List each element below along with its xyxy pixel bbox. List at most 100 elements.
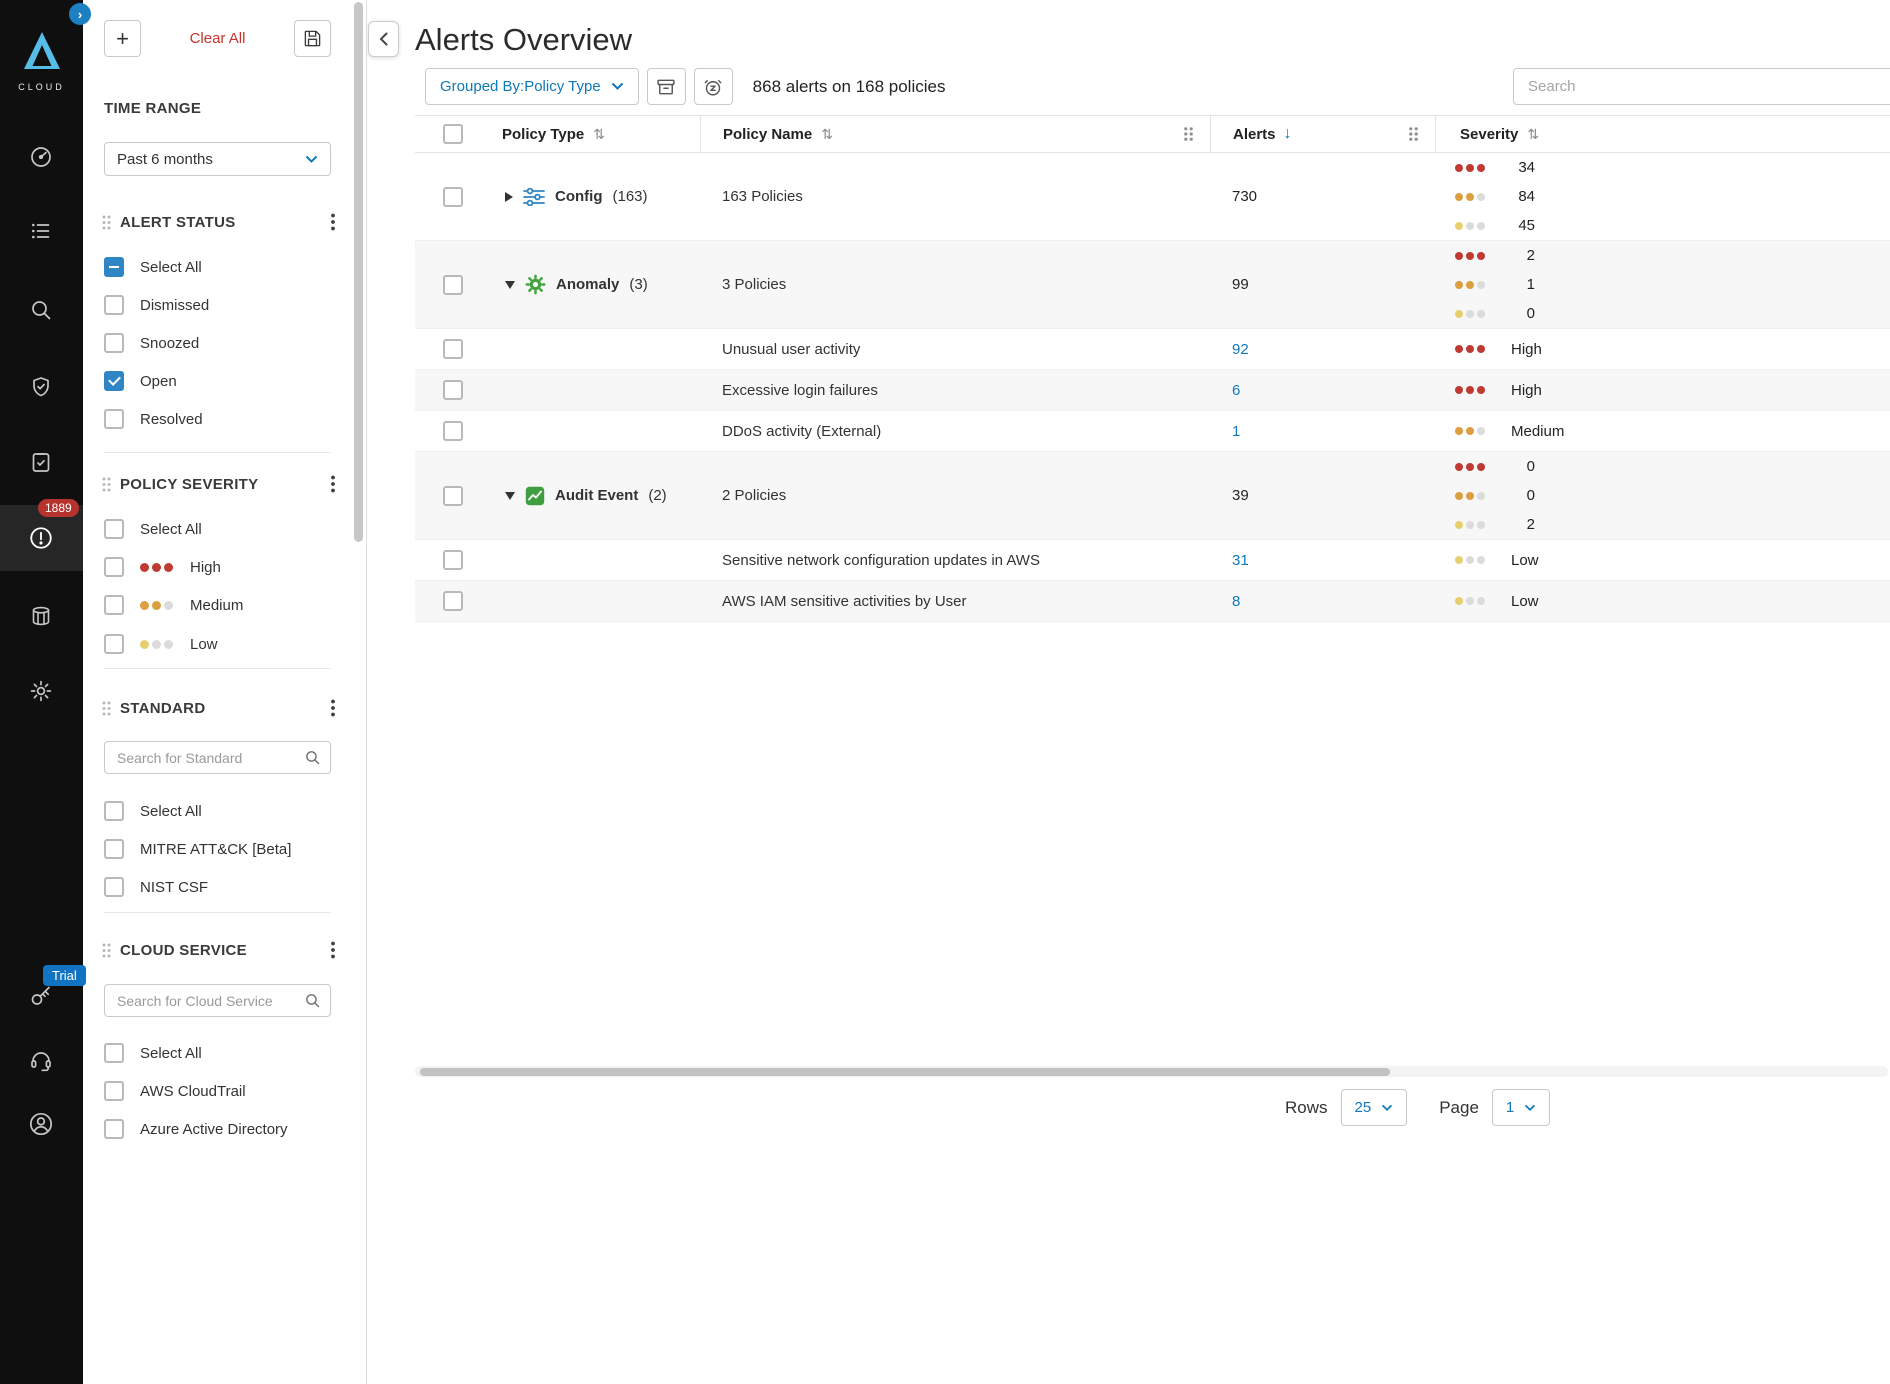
row-checkbox[interactable] xyxy=(443,421,463,441)
nav-inventory[interactable] xyxy=(17,207,65,255)
row-checkbox[interactable] xyxy=(443,187,463,207)
sort-desc-icon[interactable]: ↓ xyxy=(1284,125,1292,143)
row-checkbox[interactable] xyxy=(443,339,463,359)
nav-profile[interactable] xyxy=(17,1100,65,1148)
snooze-alerts-button[interactable] xyxy=(694,68,733,105)
nav-alerts[interactable] xyxy=(17,514,65,562)
checkbox[interactable] xyxy=(104,257,124,277)
alerts-count-link[interactable]: 31 xyxy=(1232,552,1249,569)
collapse-filters-button[interactable] xyxy=(368,21,399,57)
nav-expand-toggle[interactable]: › xyxy=(69,3,91,25)
nav-dashboard[interactable] xyxy=(17,133,65,181)
checkbox[interactable] xyxy=(104,595,124,615)
alerts-count-link[interactable]: 8 xyxy=(1232,593,1240,610)
row-checkbox[interactable] xyxy=(443,550,463,570)
time-range-dropdown[interactable]: Past 6 months xyxy=(104,142,331,176)
save-filter-button[interactable] xyxy=(294,20,331,57)
severity-count: 0 xyxy=(1499,458,1535,475)
checkbox[interactable] xyxy=(104,557,124,577)
section-menu-button[interactable] xyxy=(327,211,339,233)
alerts-count-link[interactable]: 1 xyxy=(1232,423,1240,440)
filter-option-mitre[interactable]: MITRE ATT&CK [Beta] xyxy=(104,834,341,864)
filter-option-snoozed[interactable]: Snoozed xyxy=(104,328,341,358)
row-checkbox[interactable] xyxy=(443,380,463,400)
policy-name-cell: 2 Policies xyxy=(700,452,1210,539)
app-logo[interactable]: CLOUD xyxy=(0,28,83,92)
row-checkbox[interactable] xyxy=(443,591,463,611)
standard-search-input[interactable] xyxy=(104,741,331,774)
policy-type-count: (2) xyxy=(648,487,666,504)
filter-option-select-all[interactable]: Select All xyxy=(104,252,341,282)
checkbox[interactable] xyxy=(104,839,124,859)
column-drag-icon[interactable] xyxy=(1183,126,1194,142)
drag-handle-icon[interactable] xyxy=(102,477,111,492)
grouped-by-label: Grouped By:Policy Type xyxy=(440,78,601,95)
filter-option-high[interactable]: High xyxy=(104,552,341,582)
section-menu-button[interactable] xyxy=(327,473,339,495)
alerts-count-link[interactable]: 6 xyxy=(1232,382,1240,399)
clear-all-button[interactable]: Clear All xyxy=(190,30,246,47)
checkbox[interactable] xyxy=(104,333,124,353)
nav-settings[interactable] xyxy=(17,667,65,715)
filter-option-nist[interactable]: NIST CSF xyxy=(104,872,341,902)
checkbox[interactable] xyxy=(104,295,124,315)
filter-option-low[interactable]: Low xyxy=(104,629,341,659)
column-drag-icon[interactable] xyxy=(1408,126,1419,142)
checkbox[interactable] xyxy=(104,634,124,654)
filter-option-azure-ad[interactable]: Azure Active Directory xyxy=(104,1114,341,1144)
audit-event-icon xyxy=(525,486,545,506)
sidebar-scrollbar[interactable] xyxy=(354,2,363,542)
drag-handle-icon[interactable] xyxy=(102,701,111,716)
add-filter-button[interactable]: + xyxy=(104,20,141,57)
alerts-count-link[interactable]: 92 xyxy=(1232,341,1249,358)
filter-option-aws-cloudtrail[interactable]: AWS CloudTrail xyxy=(104,1076,341,1106)
checkbox[interactable] xyxy=(104,1119,124,1139)
filter-option-resolved[interactable]: Resolved xyxy=(104,404,341,434)
filter-option-select-all[interactable]: Select All xyxy=(104,514,341,544)
nav-governance[interactable] xyxy=(17,438,65,486)
sort-icon[interactable]: ⇅ xyxy=(821,126,833,143)
checkbox[interactable] xyxy=(104,801,124,821)
nav-investigate[interactable] xyxy=(17,286,65,334)
row-checkbox-cell xyxy=(415,153,490,240)
page-dropdown[interactable]: 1 xyxy=(1492,1089,1550,1126)
checkbox[interactable] xyxy=(104,409,124,429)
checkbox[interactable] xyxy=(104,371,124,391)
drag-handle-icon[interactable] xyxy=(102,943,111,958)
dismiss-alerts-button[interactable] xyxy=(647,68,686,105)
rows-per-page-dropdown[interactable]: 25 xyxy=(1341,1089,1408,1126)
select-all-checkbox[interactable] xyxy=(443,124,463,144)
filter-option-medium[interactable]: Medium xyxy=(104,590,341,620)
drag-handle-icon[interactable] xyxy=(102,215,111,230)
sort-icon[interactable]: ⇅ xyxy=(593,126,605,143)
severity-count: 0 xyxy=(1499,487,1535,504)
alerts-search-input[interactable] xyxy=(1513,68,1890,105)
checkbox[interactable] xyxy=(104,877,124,897)
expand-caret-icon[interactable] xyxy=(505,492,515,500)
policy-row: Sensitive network configuration updates … xyxy=(415,540,1890,581)
group-row: Anomaly(3)3 Policies99210 xyxy=(415,241,1890,329)
sort-icon[interactable]: ⇅ xyxy=(1527,126,1539,143)
horizontal-scrollbar-thumb[interactable] xyxy=(420,1068,1390,1076)
section-menu-button[interactable] xyxy=(327,697,339,719)
checkbox[interactable] xyxy=(104,1043,124,1063)
horizontal-scrollbar-track[interactable] xyxy=(415,1066,1888,1077)
severity-cell: Low xyxy=(1435,540,1890,580)
filter-option-open[interactable]: Open xyxy=(104,366,341,396)
expand-caret-icon[interactable] xyxy=(505,281,515,289)
row-checkbox[interactable] xyxy=(443,275,463,295)
filter-option-dismissed[interactable]: Dismissed xyxy=(104,290,341,320)
nav-compute[interactable] xyxy=(17,592,65,640)
policy-name: Excessive login failures xyxy=(722,382,878,399)
row-checkbox[interactable] xyxy=(443,486,463,506)
checkbox[interactable] xyxy=(104,1081,124,1101)
nav-compliance[interactable] xyxy=(17,363,65,411)
checkbox[interactable] xyxy=(104,519,124,539)
filter-option-select-all[interactable]: Select All xyxy=(104,1038,341,1068)
filter-option-select-all[interactable]: Select All xyxy=(104,796,341,826)
cloud-service-search-input[interactable] xyxy=(104,984,331,1017)
section-menu-button[interactable] xyxy=(327,939,339,961)
grouped-by-dropdown[interactable]: Grouped By:Policy Type xyxy=(425,68,639,105)
nav-support[interactable] xyxy=(17,1036,65,1084)
expand-caret-icon[interactable] xyxy=(505,192,513,202)
